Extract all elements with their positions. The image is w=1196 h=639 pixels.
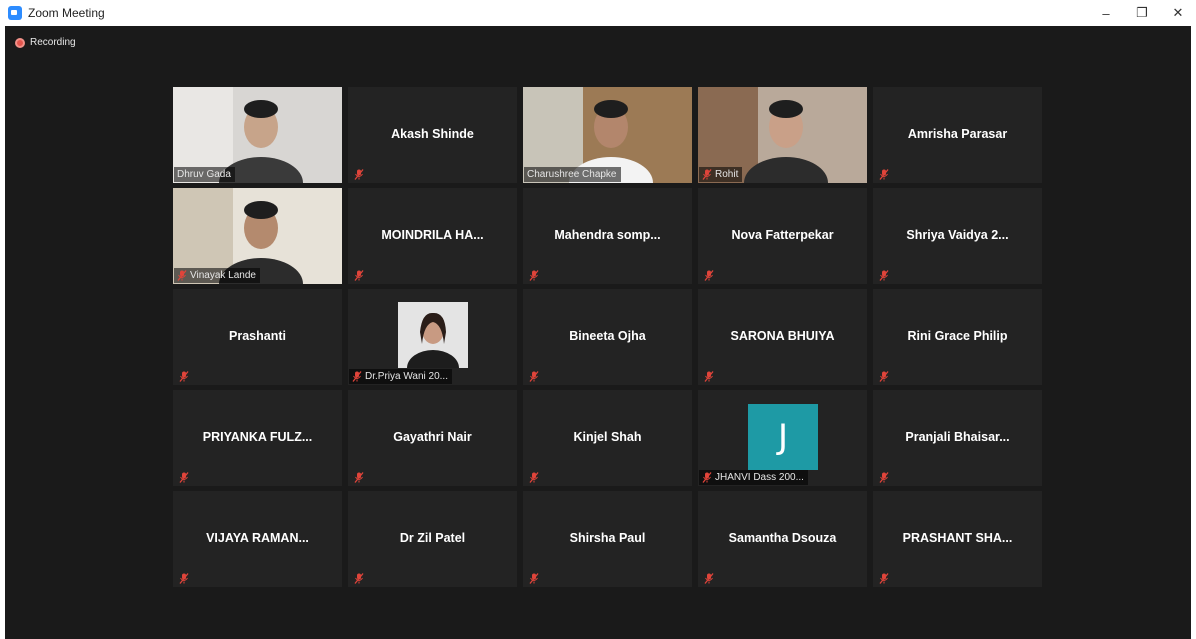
participant-tile[interactable]: Akash Shinde [348,87,517,183]
muted-mic-icon [879,470,889,483]
close-button[interactable]: ✕ [1160,0,1196,26]
participant-tile[interactable]: Prashanti [173,289,342,385]
participant-name: Dr.Priya Wani 20... [365,371,448,382]
muted-mic-icon [529,369,539,382]
muted-mic-icon [879,571,889,584]
participant-name: Pranjali Bhaisar... [905,430,1010,444]
participant-name: Mahendra somp... [554,228,661,242]
participant-label: Dr.Priya Wani 20... [349,369,452,384]
participant-tile[interactable]: Nova Fatterpekar [698,188,867,284]
participant-label: Dhruv Gada [174,167,235,182]
participant-name: SARONA BHUIYA [730,329,835,343]
participant-name: Dhruv Gada [177,169,231,180]
muted-mic-icon [354,470,364,483]
muted-mic-icon [879,268,889,281]
muted-mic-icon [702,472,712,483]
muted-mic-icon [354,268,364,281]
participant-tile[interactable]: PRIYANKA FULZ... [173,390,342,486]
title-bar: Zoom Meeting – ❐ ✕ [0,0,1196,26]
participant-name: Rini Grace Philip [907,329,1008,343]
participant-tile[interactable]: J JHANVI Dass 200... [698,390,867,486]
meeting-area: Recording Dhruv Gada Akash Shinde Charushr… [5,26,1191,639]
minimize-button[interactable]: – [1088,0,1124,26]
participant-name: Kinjel Shah [573,430,642,444]
recording-label: Recording [30,37,76,48]
participant-name: Nova Fatterpekar [731,228,834,242]
participant-name: JHANVI Dass 200... [715,472,804,483]
muted-mic-icon [177,270,187,281]
window-controls: – ❐ ✕ [1088,0,1196,26]
participant-name: Shirsha Paul [569,531,646,545]
participant-tile[interactable]: Samantha Dsouza [698,491,867,587]
participant-name: PRIYANKA FULZ... [202,430,313,444]
participant-tile[interactable]: Dr Zil Patel [348,491,517,587]
participant-name: PRASHANT SHA... [902,531,1013,545]
zoom-app-icon [8,6,22,20]
avatar-initial: J [748,404,818,470]
participant-tile[interactable]: MOINDRILA HA... [348,188,517,284]
participant-name: Charushree Chapke [527,169,617,180]
window-title: Zoom Meeting [28,6,105,20]
participant-name: Rohit [715,169,739,180]
restore-button[interactable]: ❐ [1124,0,1160,26]
profile-photo [398,302,468,385]
participant-tile[interactable]: Amrisha Parasar [873,87,1042,183]
participant-tile[interactable]: Dr.Priya Wani 20... [348,289,517,385]
muted-mic-icon [704,571,714,584]
participant-name: Shriya Vaidya 2... [906,228,1009,242]
muted-mic-icon [879,369,889,382]
muted-mic-icon [702,169,712,180]
participant-tile[interactable]: Dhruv Gada [173,87,342,183]
muted-mic-icon [354,571,364,584]
participant-name: Prashanti [229,329,286,343]
participant-name: MOINDRILA HA... [381,228,484,242]
participant-tile[interactable]: PRASHANT SHA... [873,491,1042,587]
participant-name: Dr Zil Patel [399,531,466,545]
participant-name: Bineeta Ojha [569,329,646,343]
recording-dot-icon [15,37,25,48]
participant-name: Vinayak Lande [190,270,256,281]
participant-label: Charushree Chapke [524,167,621,182]
participant-label: Rohit [699,167,743,182]
muted-mic-icon [352,371,362,382]
muted-mic-icon [529,571,539,584]
participant-name: Akash Shinde [391,127,474,141]
participant-name: VIJAYA RAMAN... [206,531,309,545]
participant-tile[interactable]: Shirsha Paul [523,491,692,587]
participant-tile[interactable]: Rini Grace Philip [873,289,1042,385]
muted-mic-icon [529,470,539,483]
muted-mic-icon [354,167,364,180]
muted-mic-icon [179,470,189,483]
participant-label: Vinayak Lande [174,268,260,283]
muted-mic-icon [179,369,189,382]
participant-tile[interactable]: Charushree Chapke [523,87,692,183]
participant-tile[interactable]: Rohit [698,87,867,183]
muted-mic-icon [879,167,889,180]
muted-mic-icon [179,571,189,584]
recording-indicator[interactable]: Recording [15,37,76,48]
gallery-grid: Dhruv Gada Akash Shinde Charushree Chapke R… [173,87,1042,587]
participant-tile[interactable]: Mahendra somp... [523,188,692,284]
muted-mic-icon [529,268,539,281]
participant-tile[interactable]: Pranjali Bhaisar... [873,390,1042,486]
participant-name: Gayathri Nair [393,430,472,444]
participant-tile[interactable]: Shriya Vaidya 2... [873,188,1042,284]
muted-mic-icon [704,369,714,382]
participant-tile[interactable]: Vinayak Lande [173,188,342,284]
participant-name: Samantha Dsouza [728,531,837,545]
participant-tile[interactable]: Bineeta Ojha [523,289,692,385]
participant-name: Amrisha Parasar [907,127,1008,141]
participant-tile[interactable]: VIJAYA RAMAN... [173,491,342,587]
participant-label: JHANVI Dass 200... [699,470,808,485]
participant-tile[interactable]: SARONA BHUIYA [698,289,867,385]
participant-tile[interactable]: Kinjel Shah [523,390,692,486]
participant-tile[interactable]: Gayathri Nair [348,390,517,486]
muted-mic-icon [704,268,714,281]
